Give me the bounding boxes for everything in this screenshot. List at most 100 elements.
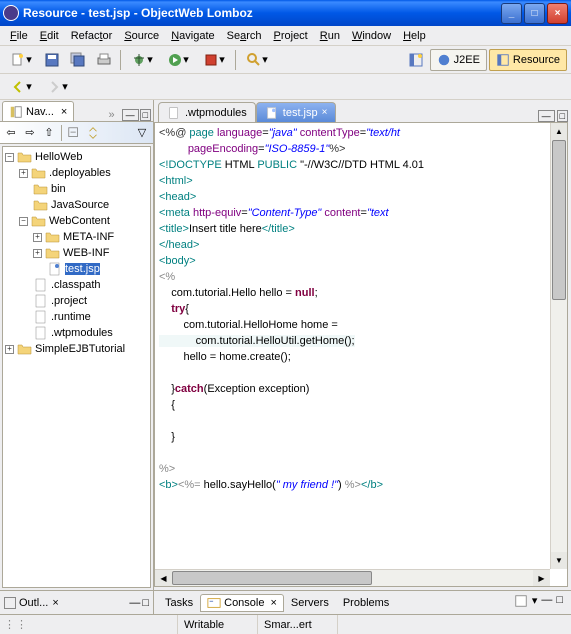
view-close-icon[interactable]: ×	[61, 106, 67, 118]
view-close-icon[interactable]: ×	[270, 597, 276, 609]
menu-source[interactable]: Source	[118, 28, 165, 44]
bottom-panel: Outl... × — □ Tasks Console × Servers Pr…	[0, 590, 571, 614]
close-button[interactable]: ×	[547, 3, 568, 24]
navigator-icon	[9, 105, 23, 119]
tab-overflow[interactable]: »	[104, 109, 119, 121]
window-title: Resource - test.jsp - ObjectWeb Lomboz	[23, 6, 501, 20]
horizontal-scrollbar[interactable]: ◀▶	[155, 569, 550, 586]
nav-back-button[interactable]: ▾	[4, 76, 38, 98]
editor-tab-bar: .wtpmodules test.jsp × — □	[154, 100, 571, 122]
scroll-up-icon[interactable]: ▲	[551, 123, 567, 140]
expand-icon[interactable]: +	[5, 345, 14, 354]
navigator-tree[interactable]: − HelloWeb + .deployables bin JavaSource −…	[2, 146, 151, 588]
tab-console[interactable]: Console ×	[200, 594, 284, 612]
code-editor[interactable]: <%@ page language="java" contentType="te…	[154, 122, 568, 587]
expand-icon[interactable]: +	[19, 169, 28, 178]
vertical-scrollbar[interactable]: ▲▼	[550, 123, 567, 569]
secondary-toolbar: ▾ ▾	[0, 74, 571, 100]
tree-item[interactable]: HelloWeb	[35, 151, 83, 163]
menu-refactor[interactable]: Refactor	[65, 28, 119, 44]
console-toolbar-icon[interactable]	[514, 594, 528, 611]
nav-fwd-icon[interactable]: ⇨	[21, 124, 39, 142]
tree-item-selected[interactable]: test.jsp	[65, 263, 100, 275]
menu-run[interactable]: Run	[314, 28, 346, 44]
menu-project[interactable]: Project	[268, 28, 314, 44]
expand-icon[interactable]: −	[19, 217, 28, 226]
outline-icon	[4, 597, 16, 609]
menu-file[interactable]: File	[4, 28, 34, 44]
app-icon	[3, 5, 19, 21]
perspective-j2ee[interactable]: J2EE	[430, 49, 487, 71]
tree-item[interactable]: .classpath	[51, 279, 101, 291]
view-minimize-icon[interactable]: —	[541, 594, 552, 611]
view-minimize-icon[interactable]: —	[129, 597, 140, 609]
save-button[interactable]	[40, 49, 64, 71]
tree-item[interactable]: bin	[51, 183, 66, 195]
maximize-button[interactable]: □	[524, 3, 545, 24]
editor-minimize-icon[interactable]: —	[538, 110, 555, 122]
view-maximize-icon[interactable]: □	[142, 597, 149, 609]
tree-item[interactable]: JavaSource	[51, 199, 109, 211]
view-maximize-icon[interactable]: □	[556, 594, 563, 611]
menu-bar: File Edit Refactor Source Navigate Searc…	[0, 26, 571, 46]
scroll-left-icon[interactable]: ◀	[155, 570, 172, 586]
editor-tab-wtpmodules[interactable]: .wtpmodules	[158, 102, 256, 122]
scroll-thumb[interactable]	[172, 571, 372, 585]
menu-help[interactable]: Help	[397, 28, 432, 44]
nav-up-icon[interactable]: ⇧	[40, 124, 58, 142]
navigator-view: Nav... × » — □ ⇦ ⇨ ⇧ ▽ − HelloWeb + .deplo…	[0, 100, 154, 590]
tree-item[interactable]: .deployables	[49, 167, 111, 179]
tree-item[interactable]: SimpleEJBTutorial	[35, 343, 125, 355]
new-button[interactable]: ▾	[4, 49, 38, 71]
menu-navigate[interactable]: Navigate	[165, 28, 220, 44]
collapse-all-icon[interactable]	[65, 124, 83, 142]
expand-icon[interactable]: +	[33, 249, 42, 258]
save-all-button[interactable]	[66, 49, 90, 71]
scroll-thumb[interactable]	[552, 140, 566, 300]
tree-item[interactable]: .project	[51, 295, 87, 307]
outline-view-tab[interactable]: Outl... × — □	[0, 591, 154, 614]
scroll-right-icon[interactable]: ▶	[533, 570, 550, 586]
editor-tab-test-jsp[interactable]: test.jsp ×	[256, 102, 337, 122]
expand-icon[interactable]: −	[5, 153, 14, 162]
tree-item[interactable]: WEB-INF	[63, 247, 109, 259]
nav-forward-button[interactable]: ▾	[40, 76, 74, 98]
main-toolbar: ▾ ▾ ▾ ▾ ▾ J2EE Resource	[0, 46, 571, 74]
view-minimize-icon[interactable]: —	[122, 109, 139, 121]
console-menu-icon[interactable]: ▾	[532, 594, 538, 611]
navigator-toolbar: ⇦ ⇨ ⇧ ▽	[0, 122, 153, 144]
tree-item[interactable]: .wtpmodules	[51, 327, 113, 339]
tab-close-icon[interactable]: ×	[322, 107, 328, 118]
open-perspective-button[interactable]	[404, 49, 428, 71]
console-icon	[207, 597, 221, 609]
menu-search[interactable]: Search	[221, 28, 268, 44]
tab-label: .wtpmodules	[185, 107, 247, 119]
menu-edit[interactable]: Edit	[34, 28, 65, 44]
status-writable: Writable	[178, 615, 258, 634]
run-button[interactable]: ▾	[161, 49, 195, 71]
tab-problems[interactable]: Problems	[336, 594, 396, 612]
tree-item[interactable]: META-INF	[63, 231, 114, 243]
nav-back-icon[interactable]: ⇦	[2, 124, 20, 142]
expand-icon[interactable]: +	[33, 233, 42, 242]
editor-maximize-icon[interactable]: □	[557, 110, 568, 122]
scroll-down-icon[interactable]: ▼	[551, 552, 567, 569]
print-button[interactable]	[92, 49, 116, 71]
ext-tools-button[interactable]: ▾	[197, 49, 231, 71]
view-menu-icon[interactable]: ▽	[133, 124, 151, 142]
editor-content[interactable]: <%@ page language="java" contentType="te…	[155, 123, 550, 569]
debug-button[interactable]: ▾	[125, 49, 159, 71]
tab-tasks[interactable]: Tasks	[158, 594, 200, 612]
link-editor-icon[interactable]	[84, 124, 102, 142]
minimize-button[interactable]: _	[501, 3, 522, 24]
view-maximize-icon[interactable]: □	[140, 109, 151, 121]
search-button[interactable]: ▾	[240, 49, 274, 71]
tab-servers[interactable]: Servers	[284, 594, 336, 612]
tree-item[interactable]: .runtime	[51, 311, 91, 323]
view-close-icon[interactable]: ×	[52, 597, 58, 609]
editor-area: .wtpmodules test.jsp × — □ <%@ page lang…	[154, 100, 571, 590]
perspective-resource[interactable]: Resource	[489, 49, 567, 71]
tree-item[interactable]: WebContent	[49, 215, 110, 227]
navigator-tab[interactable]: Nav... ×	[2, 101, 74, 121]
menu-window[interactable]: Window	[346, 28, 397, 44]
